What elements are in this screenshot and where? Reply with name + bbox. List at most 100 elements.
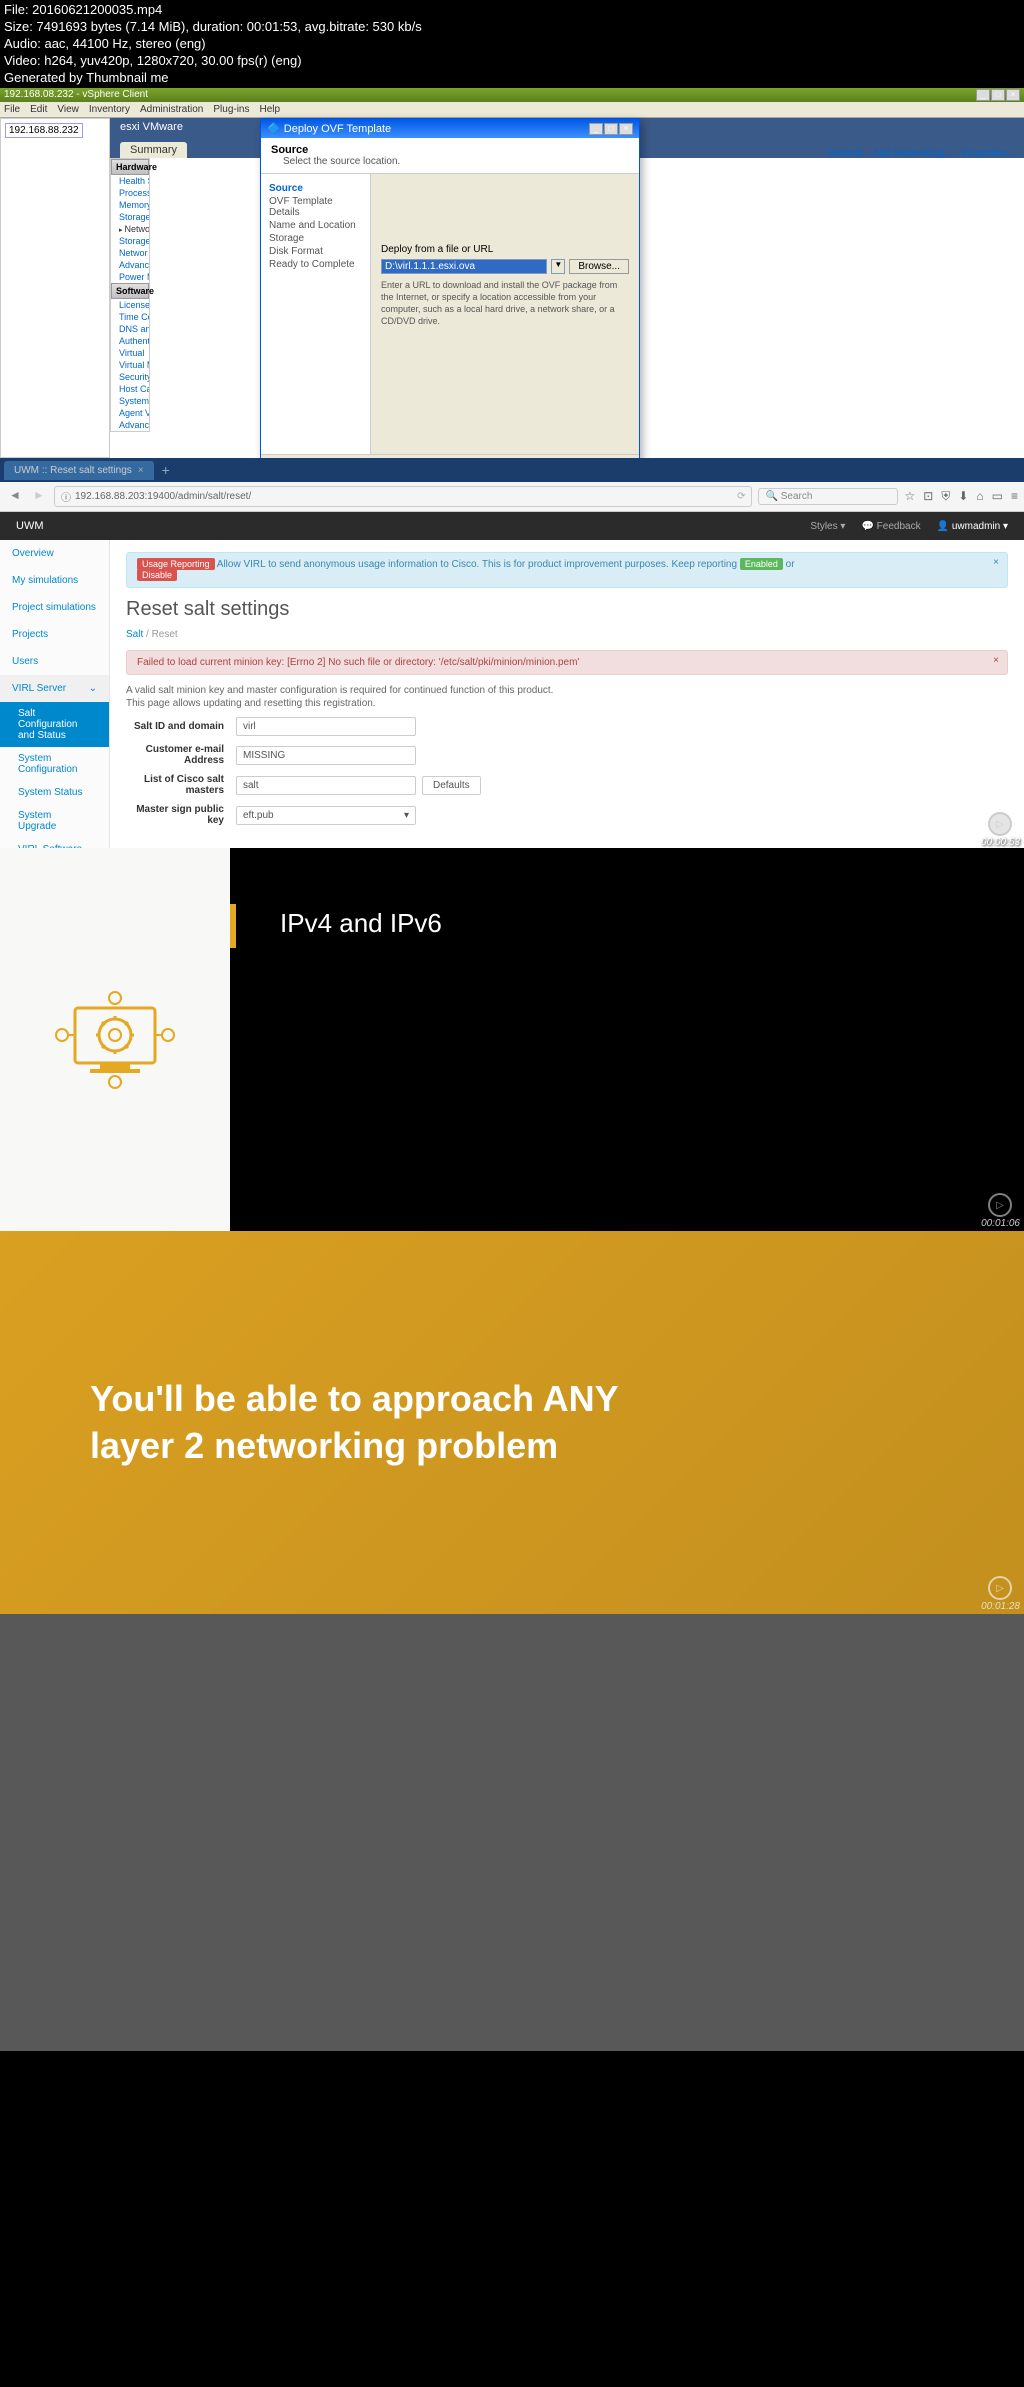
sidebar-salt-config[interactable]: Salt Configuration and Status: [0, 702, 109, 747]
sw-license[interactable]: License: [111, 299, 149, 311]
action-refresh[interactable]: Refresh: [828, 148, 863, 159]
firefox-toolbar: ◄ ► ⓘ 192.168.88.203:19400/admin/salt/re…: [0, 482, 1024, 512]
email-input[interactable]: MISSING: [236, 746, 416, 765]
nav-storage[interactable]: Storage: [269, 232, 362, 245]
shield-icon[interactable]: ⛨: [941, 489, 950, 504]
uwm-content: Usage Reporting Allow VIRL to send anony…: [110, 540, 1024, 850]
menu-view[interactable]: View: [57, 104, 79, 115]
sidebar-system-upgrade[interactable]: System Upgrade: [0, 804, 109, 838]
sw-agent[interactable]: Agent V: [111, 407, 149, 419]
download-icon[interactable]: ⬇: [958, 489, 968, 504]
slide-title: IPv4 and IPv6: [280, 908, 1024, 939]
sw-vm[interactable]: Virtual M: [111, 359, 149, 371]
tab-summary[interactable]: Summary: [120, 142, 187, 158]
crumb-salt[interactable]: Salt: [126, 629, 143, 640]
hw-network-adapters[interactable]: Networ: [111, 247, 149, 259]
sw-system[interactable]: System: [111, 395, 149, 407]
inventory-tree[interactable]: 192.168.88.232: [0, 118, 110, 458]
menu-help[interactable]: Help: [260, 104, 281, 115]
nav-ready[interactable]: Ready to Complete: [269, 258, 362, 271]
uwm-header: UWM Styles ▾ 💬 Feedback 👤 uwmadmin ▾: [0, 512, 1024, 540]
forward-icon[interactable]: ►: [30, 488, 48, 506]
sign-select[interactable]: eft.pub▾: [236, 806, 416, 825]
menu-file[interactable]: File: [4, 104, 20, 115]
disable-badge[interactable]: Disable: [137, 569, 177, 581]
hw-networking[interactable]: Networ: [111, 223, 149, 235]
hw-advanced[interactable]: Advanc: [111, 259, 149, 271]
dialog-maximize[interactable]: □: [604, 123, 618, 135]
menu-edit[interactable]: Edit: [30, 104, 47, 115]
sw-virtual[interactable]: Virtual: [111, 347, 149, 359]
nav-name-location[interactable]: Name and Location: [269, 219, 362, 232]
url-bar[interactable]: ⓘ 192.168.88.203:19400/admin/salt/reset/…: [54, 486, 752, 507]
deploy-url-input[interactable]: D:\virl.1.1.1.esxi.ova: [381, 259, 547, 274]
reload-icon[interactable]: ⟳: [737, 491, 745, 502]
error-close-icon[interactable]: ×: [993, 655, 999, 666]
action-add-networking[interactable]: Add Networking...: [873, 148, 952, 159]
sidebar-overview[interactable]: Overview: [0, 540, 109, 567]
action-properties[interactable]: Properties...: [962, 148, 1016, 159]
tab-close-icon[interactable]: ×: [138, 465, 144, 476]
meta-file: File: 20160621200035.mp4: [4, 2, 1020, 19]
sidebar-system-config[interactable]: System Configuration: [0, 747, 109, 781]
slide-line-2: layer 2 networking problem: [90, 1423, 619, 1470]
masters-input[interactable]: salt: [236, 776, 416, 795]
nav-ovf-details[interactable]: OVF Template Details: [269, 195, 362, 219]
play-icon[interactable]: ▷: [988, 1193, 1012, 1217]
star-icon[interactable]: ☆: [904, 489, 915, 504]
sw-security[interactable]: Security: [111, 371, 149, 383]
uwm-brand[interactable]: UWM: [16, 520, 44, 532]
slide-line-1: You'll be able to approach ANY: [90, 1376, 619, 1423]
tree-host[interactable]: 192.168.88.232: [5, 123, 83, 138]
deploy-url-dropdown[interactable]: ▼: [551, 259, 565, 274]
slide-text: You'll be able to approach ANY layer 2 n…: [90, 1376, 619, 1470]
bookmarks-icon[interactable]: ▭: [992, 489, 1003, 504]
sw-dns[interactable]: DNS an: [111, 323, 149, 335]
styles-dropdown[interactable]: Styles ▾: [810, 521, 845, 532]
crumb-reset: Reset: [152, 629, 178, 640]
nav-source[interactable]: Source: [269, 182, 362, 195]
yellow-slide: You'll be able to approach ANY layer 2 n…: [0, 1231, 1024, 1614]
maximize-button[interactable]: □: [991, 89, 1005, 101]
defaults-button[interactable]: Defaults: [422, 776, 481, 795]
hw-health[interactable]: Health S: [111, 175, 149, 187]
dialog-minimize[interactable]: _: [589, 123, 603, 135]
firefox-tab[interactable]: UWM :: Reset salt settings ×: [4, 461, 154, 480]
enabled-badge[interactable]: Enabled: [740, 558, 783, 570]
hw-storage[interactable]: Storage: [111, 211, 149, 223]
search-box[interactable]: 🔍 Search: [758, 488, 898, 505]
sidebar-projsim[interactable]: Project simulations: [0, 594, 109, 621]
pocket-icon[interactable]: ⊡: [923, 489, 933, 504]
sidebar-mysim[interactable]: My simulations: [0, 567, 109, 594]
menu-plugins[interactable]: Plug-ins: [213, 104, 249, 115]
hw-storage-adapters[interactable]: Storage: [111, 235, 149, 247]
feedback-link[interactable]: 💬 Feedback: [861, 521, 920, 532]
sw-advanced[interactable]: Advanc: [111, 419, 149, 431]
home-icon[interactable]: ⌂: [976, 489, 983, 504]
hw-power[interactable]: Power M: [111, 271, 149, 283]
alert-close-icon[interactable]: ×: [993, 557, 999, 568]
sw-time[interactable]: Time Co: [111, 311, 149, 323]
sw-auth[interactable]: Authent: [111, 335, 149, 347]
dialog-close[interactable]: ×: [619, 123, 633, 135]
close-button[interactable]: ×: [1006, 89, 1020, 101]
error-alert: Failed to load current minion key: [Errn…: [126, 650, 1008, 675]
new-tab-button[interactable]: +: [154, 462, 178, 478]
minimize-button[interactable]: _: [976, 89, 990, 101]
sidebar-virl-server[interactable]: VIRL Server⌄: [0, 675, 109, 702]
menu-icon[interactable]: ≡: [1011, 489, 1018, 504]
sidebar-users[interactable]: Users: [0, 648, 109, 675]
menu-administration[interactable]: Administration: [140, 104, 203, 115]
sw-hostcache[interactable]: Host Ca: [111, 383, 149, 395]
nav-disk-format[interactable]: Disk Format: [269, 245, 362, 258]
vsphere-window: 192.168.08.232 - vSphere Client _ □ × Fi…: [0, 88, 1024, 458]
hw-memory[interactable]: Memory: [111, 199, 149, 211]
hw-processors[interactable]: Process: [111, 187, 149, 199]
back-icon[interactable]: ◄: [6, 488, 24, 506]
menu-inventory[interactable]: Inventory: [89, 104, 130, 115]
sidebar-system-status[interactable]: System Status: [0, 781, 109, 804]
user-menu[interactable]: 👤 uwmadmin ▾: [937, 521, 1008, 532]
sidebar-projects[interactable]: Projects: [0, 621, 109, 648]
salt-id-input[interactable]: virl: [236, 717, 416, 736]
browse-button[interactable]: Browse...: [569, 259, 629, 274]
